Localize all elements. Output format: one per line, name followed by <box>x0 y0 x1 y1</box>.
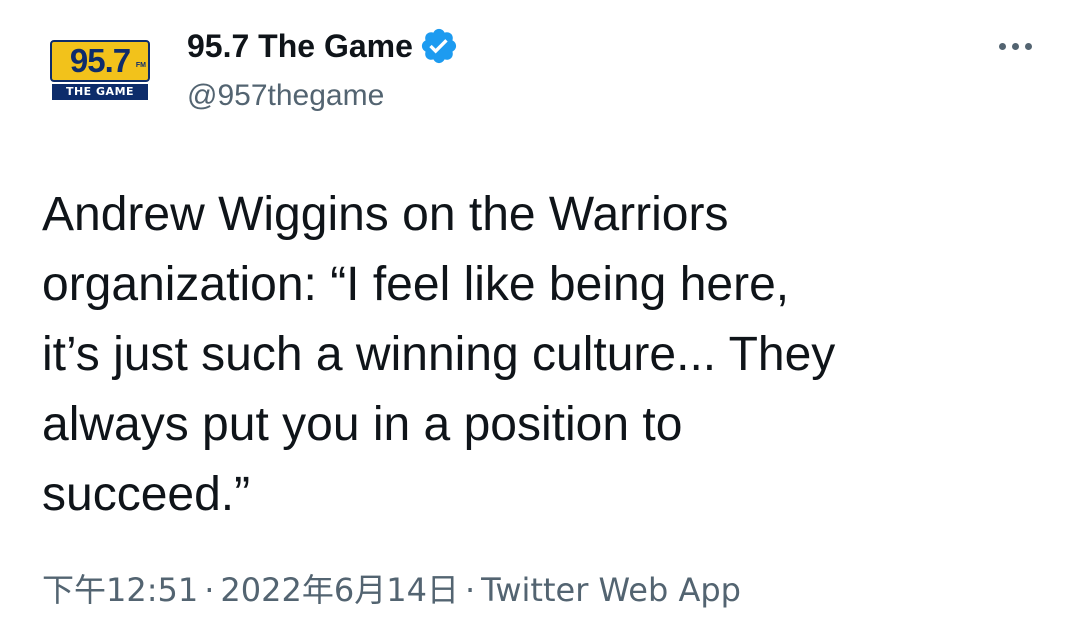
verified-badge-icon <box>421 28 456 64</box>
more-options-icon[interactable] <box>990 28 1040 64</box>
tweet-meta: 下午12:51 · 2022年6月14日 · Twitter Web App <box>42 568 741 612</box>
tweet-card: 95.7 FM THE GAME 95.7 The Game @957thega… <box>0 0 1079 643</box>
tweet-source[interactable]: Twitter Web App <box>481 571 741 609</box>
meta-separator: · <box>204 571 215 609</box>
author-name-row[interactable]: 95.7 The Game <box>187 26 459 66</box>
meta-separator: · <box>464 571 476 609</box>
station-logo-number: 95.7 <box>50 40 150 82</box>
author-handle[interactable]: @957thegame <box>187 76 384 116</box>
tweet-date[interactable]: 2022年6月14日 <box>220 571 459 609</box>
avatar[interactable]: 95.7 FM THE GAME <box>46 40 154 104</box>
tweet-text: Andrew Wiggins on the Warriors organizat… <box>42 188 836 521</box>
station-logo-subtitle: THE GAME <box>52 84 148 100</box>
author-display-name[interactable]: 95.7 The Game <box>187 26 413 66</box>
tweet-time[interactable]: 下午12:51 <box>42 571 198 609</box>
station-logo-band: FM <box>135 62 146 69</box>
